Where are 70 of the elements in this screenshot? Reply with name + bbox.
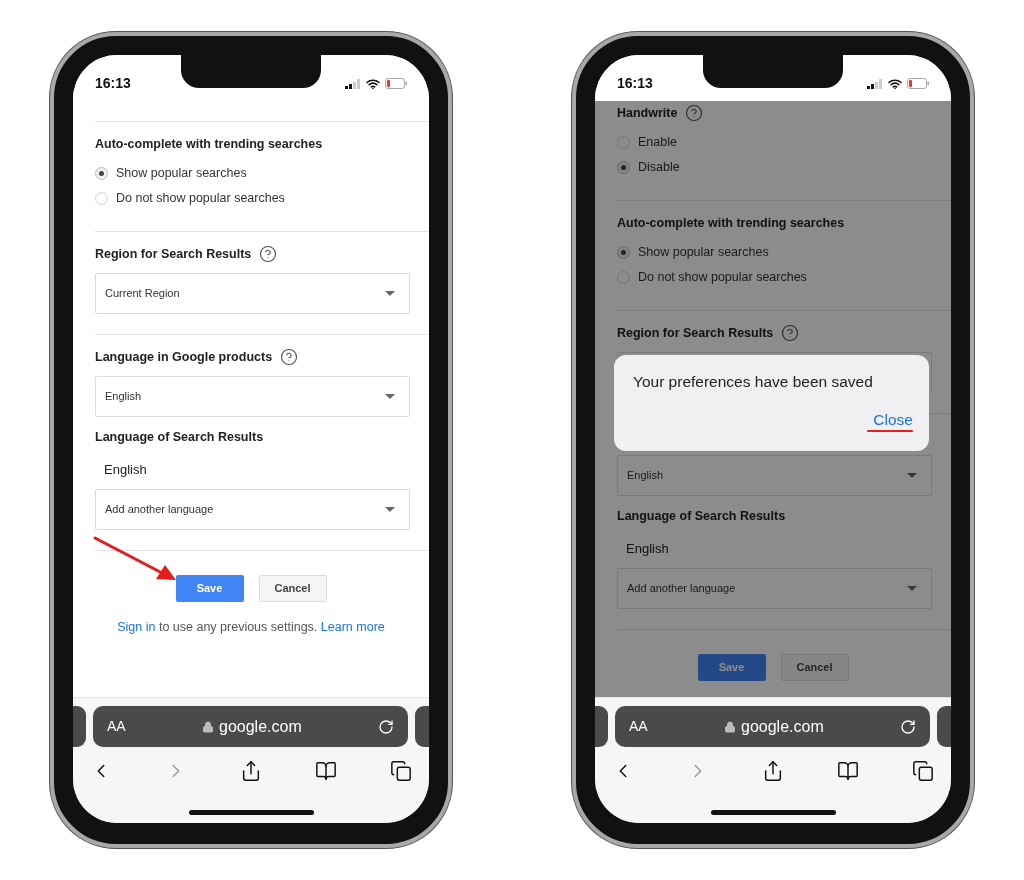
dropdown-arrow-icon — [385, 291, 395, 296]
learn-more-link[interactable]: Learn more — [320, 620, 385, 634]
status-time: 16:13 — [617, 76, 653, 90]
help-icon[interactable] — [280, 348, 299, 366]
section-heading: Language of Search Results — [95, 428, 264, 446]
dropdown-select[interactable]: English — [95, 376, 410, 417]
close-button[interactable]: Close — [873, 410, 913, 430]
tab-preview[interactable] — [415, 706, 429, 747]
help-icon[interactable] — [781, 324, 800, 342]
battery-icon — [907, 78, 929, 89]
help-icon[interactable] — [259, 245, 278, 263]
wifi-icon — [366, 78, 380, 89]
bookmarks-icon[interactable] — [837, 760, 859, 782]
reload-icon[interactable] — [378, 718, 394, 735]
dropdown-select[interactable]: English — [617, 455, 932, 496]
dropdown-arrow-icon — [907, 586, 917, 591]
tab-preview[interactable] — [937, 706, 951, 747]
text-size-button[interactable]: AA — [107, 716, 126, 737]
share-icon[interactable] — [240, 760, 262, 782]
url-text: google.com — [219, 716, 302, 737]
help-icon[interactable] — [685, 104, 704, 122]
selected-language: English — [104, 461, 147, 480]
address-bar[interactable]: AA google.com — [93, 706, 408, 747]
radio-label: Enable — [638, 134, 677, 152]
dropdown-arrow-icon — [907, 473, 917, 478]
status-time: 16:13 — [95, 76, 131, 90]
radio-button[interactable] — [95, 167, 108, 180]
radio-label: Do not show popular searches — [638, 269, 807, 287]
section-heading: Region for Search Results — [617, 324, 774, 342]
bookmarks-icon[interactable] — [315, 760, 337, 782]
section-heading: Handwrite — [617, 104, 678, 122]
sign-in-link[interactable]: Sign in — [117, 620, 156, 634]
cancel-button[interactable]: Cancel — [258, 575, 327, 602]
section-heading: Auto-complete with trending searches — [617, 214, 845, 232]
section-heading: Auto-complete with trending searches — [95, 135, 323, 153]
section-heading: Region for Search Results — [95, 245, 252, 263]
dropdown-select[interactable]: Add another language — [95, 489, 410, 530]
cancel-button[interactable]: Cancel — [780, 654, 849, 681]
address-bar[interactable]: AA google.com — [615, 706, 930, 747]
dialog-message: Your preferences have been saved — [633, 372, 874, 392]
wifi-icon — [888, 78, 902, 89]
lock-icon — [202, 720, 214, 733]
radio-button[interactable] — [95, 192, 108, 205]
radio-label: Disable — [638, 159, 680, 177]
section-heading: Language of Search Results — [617, 507, 786, 525]
radio-label: Show popular searches — [116, 165, 247, 183]
dropdown-select[interactable]: Current Region — [95, 273, 410, 314]
dropdown-select[interactable]: Add another language — [617, 568, 932, 609]
tabs-icon[interactable] — [912, 760, 934, 782]
battery-icon — [385, 78, 407, 89]
signal-icon — [345, 78, 361, 89]
section-heading: Language in Google products — [95, 348, 273, 366]
url-text: google.com — [741, 716, 824, 737]
radio-label: Do not show popular searches — [116, 190, 285, 208]
save-button[interactable]: Save — [175, 575, 244, 602]
sign-in-note: Sign in to use any previous settings. Learn more — [116, 619, 386, 636]
tab-preview[interactable] — [73, 706, 86, 747]
dropdown-arrow-icon — [385, 507, 395, 512]
dropdown-arrow-icon — [385, 394, 395, 399]
radio-button[interactable] — [617, 246, 630, 259]
tabs-icon[interactable] — [390, 760, 412, 782]
share-icon[interactable] — [762, 760, 784, 782]
lock-icon — [724, 720, 736, 733]
radio-label: Show popular searches — [638, 244, 769, 262]
text-size-button[interactable]: AA — [629, 716, 648, 737]
signal-icon — [867, 78, 883, 89]
radio-button[interactable] — [617, 161, 630, 174]
reload-icon[interactable] — [900, 718, 916, 735]
tab-preview[interactable] — [595, 706, 608, 747]
selected-language: English — [626, 540, 669, 559]
